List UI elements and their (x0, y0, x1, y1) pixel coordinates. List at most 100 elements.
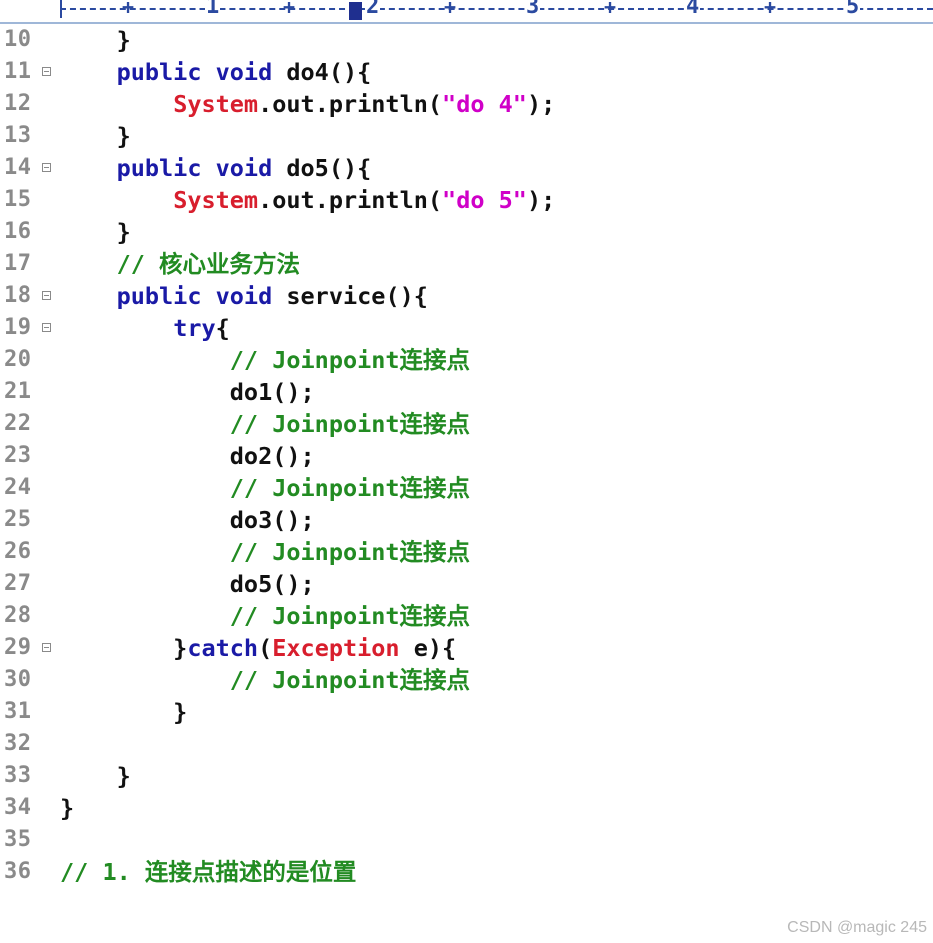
line-number: 22 (4, 411, 32, 436)
code-line[interactable]: 18 public void service(){ (0, 280, 933, 312)
ruler-label-2: 2 (365, 0, 381, 19)
ruler-tick: + (604, 0, 617, 19)
code-line[interactable]: 34} (0, 792, 933, 824)
ruler-label-1: 1 (205, 0, 221, 19)
code-text: // Joinpoint连接点 (229, 538, 471, 566)
code-text: // Joinpoint连接点 (229, 666, 471, 694)
code-line[interactable]: 17 // 核心业务方法 (0, 248, 933, 280)
code-text: try{ (173, 314, 230, 342)
line-number: 18 (4, 283, 32, 308)
code-line[interactable]: 16 } (0, 216, 933, 248)
ruler-cursor-marker (349, 2, 362, 20)
ruler-tick: + (764, 0, 777, 19)
code-line[interactable]: 30 // Joinpoint连接点 (0, 664, 933, 696)
code-line[interactable]: 27 do5(); (0, 568, 933, 600)
fold-toggle-icon[interactable] (42, 163, 51, 172)
code-line[interactable]: 26 // Joinpoint连接点 (0, 536, 933, 568)
code-text: // Joinpoint连接点 (229, 410, 471, 438)
line-number: 28 (4, 603, 32, 628)
fold-toggle-icon[interactable] (42, 323, 51, 332)
code-editor[interactable]: 10 } 11 public void do4(){12 System.out.p… (0, 24, 933, 888)
code-line[interactable]: 25 do3(); (0, 504, 933, 536)
code-text: } (60, 698, 188, 726)
line-number: 12 (4, 91, 32, 116)
code-line[interactable]: 24 // Joinpoint连接点 (0, 472, 933, 504)
line-number: 29 (4, 635, 32, 660)
code-text: // Joinpoint连接点 (229, 474, 471, 502)
ruler-start-tick (60, 0, 62, 18)
code-line[interactable]: 28 // Joinpoint连接点 (0, 600, 933, 632)
line-number: 30 (4, 667, 32, 692)
ruler-tick: + (283, 0, 296, 19)
code-line[interactable]: 15 System.out.println("do 5"); (0, 184, 933, 216)
code-text: do5(); (229, 570, 315, 598)
line-number: 36 (4, 859, 32, 884)
code-line[interactable]: 32 (0, 728, 933, 760)
fold-toggle-icon[interactable] (42, 291, 51, 300)
line-number: 10 (4, 27, 32, 52)
code-line[interactable]: 13 } (0, 120, 933, 152)
code-line[interactable]: 33 } (0, 760, 933, 792)
code-text: // 核心业务方法 (116, 250, 301, 278)
code-text: do2(); (229, 442, 315, 470)
code-text: // Joinpoint连接点 (229, 602, 471, 630)
code-line[interactable]: 31 } (0, 696, 933, 728)
code-text: } (60, 218, 131, 246)
code-text: System.out.println("do 5"); (173, 186, 556, 214)
code-line[interactable]: 29 }catch(Exception e){ (0, 632, 933, 664)
code-line[interactable]: 36 // 1. 连接点描述的是位置 (0, 856, 933, 888)
code-text: public void service(){ (116, 282, 428, 310)
line-number: 25 (4, 507, 32, 532)
code-line[interactable]: 10 } (0, 24, 933, 56)
line-number: 34 (4, 795, 32, 820)
code-text: System.out.println("do 4"); (173, 90, 556, 118)
code-text: do3(); (229, 506, 315, 534)
line-number: 20 (4, 347, 32, 372)
line-number: 23 (4, 443, 32, 468)
code-line[interactable]: 23 do2(); (0, 440, 933, 472)
code-line[interactable]: 19 try{ (0, 312, 933, 344)
line-number: 31 (4, 699, 32, 724)
watermark: CSDN @magic 245 (787, 919, 927, 936)
code-line[interactable]: 35 (0, 824, 933, 856)
fold-toggle-icon[interactable] (42, 643, 51, 652)
code-text: }catch(Exception e){ (60, 634, 457, 662)
line-number: 17 (4, 251, 32, 276)
ruler-label-5: 5 (845, 0, 861, 19)
code-line[interactable]: 12 System.out.println("do 4"); (0, 88, 933, 120)
code-text: do1(); (229, 378, 315, 406)
code-line[interactable]: 20 // Joinpoint连接点 (0, 344, 933, 376)
line-number: 32 (4, 731, 32, 756)
code-text: } (60, 26, 131, 54)
ruler-line (60, 8, 933, 10)
code-text: // Joinpoint连接点 (229, 346, 471, 374)
ruler-tick: + (122, 0, 135, 19)
code-line[interactable]: 14 public void do5(){ (0, 152, 933, 184)
code-line[interactable]: 21 do1(); (0, 376, 933, 408)
ruler: + 1 + 2 + 3 + 4 + 5 (0, 0, 933, 24)
line-number: 21 (4, 379, 32, 404)
ruler-label-3: 3 (525, 0, 541, 19)
line-number: 11 (4, 59, 32, 84)
code-text: } (60, 122, 131, 150)
ruler-label-4: 4 (685, 0, 701, 19)
code-text: public void do4(){ (116, 58, 372, 86)
line-number: 35 (4, 827, 32, 852)
line-number: 27 (4, 571, 32, 596)
line-number: 16 (4, 219, 32, 244)
line-number: 24 (4, 475, 32, 500)
code-text: // 1. 连接点描述的是位置 (60, 858, 357, 886)
code-text: public void do5(){ (116, 154, 372, 182)
line-number: 13 (4, 123, 32, 148)
line-number: 19 (4, 315, 32, 340)
ruler-tick: + (444, 0, 457, 19)
line-number: 33 (4, 763, 32, 788)
line-number: 15 (4, 187, 32, 212)
line-number: 14 (4, 155, 32, 180)
fold-toggle-icon[interactable] (42, 67, 51, 76)
code-text: } (60, 794, 75, 822)
code-line[interactable]: 22 // Joinpoint连接点 (0, 408, 933, 440)
line-number: 26 (4, 539, 32, 564)
code-line[interactable]: 11 public void do4(){ (0, 56, 933, 88)
code-text: } (60, 762, 131, 790)
